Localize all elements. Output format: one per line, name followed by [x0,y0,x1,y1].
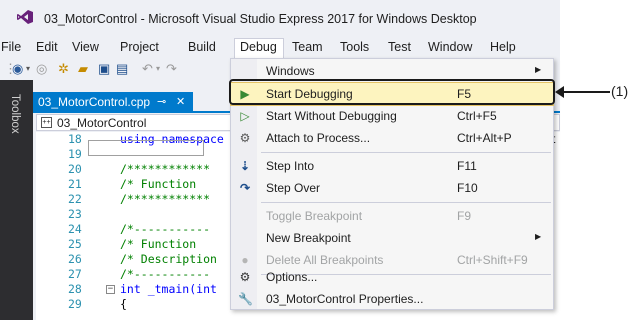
code-text: /* Function [120,237,197,251]
line-number: 20 [68,162,82,176]
current-line-box [88,140,204,156]
menu-item-project-properties[interactable]: 🔧 03_MotorControl Properties... [231,288,553,310]
menu-item-shortcut: Ctrl+F5 [457,109,497,123]
back-dropdown-icon[interactable]: ▾ [26,61,30,77]
wrench-icon: 🔧 [238,292,253,306]
line-number: 29 [68,297,82,311]
navigate-back-icon[interactable]: ◉ [12,61,23,77]
menu-item-shortcut: Ctrl+Shift+F9 [457,253,528,267]
line-number: 19 [68,147,82,161]
menu-test[interactable]: Test [388,40,411,54]
redo-icon[interactable]: ↷ [166,61,177,77]
menu-item-start-without-debugging[interactable]: ▷ Start Without Debugging Ctrl+F5 [231,105,553,127]
menu-item-shortcut: F10 [457,181,478,195]
menu-window[interactable]: Window [428,40,472,54]
gear-icon: ⚙ [239,270,251,284]
line-number: 22 [68,192,82,206]
line-number: 28 [68,282,82,296]
callout-highlight-box [229,79,555,105]
code-text: /* Description [120,252,217,266]
menu-debug-open[interactable]: Debug [234,38,284,59]
delete-breakpoints-icon: ● [241,253,249,267]
step-over-icon: ↷ [239,181,251,195]
undo-icon[interactable]: ↶ [142,61,153,77]
new-project-icon[interactable]: ✲ [58,61,69,77]
visual-studio-logo-icon [17,10,33,24]
menu-item-label: Start Without Debugging [266,109,397,123]
document-tab[interactable]: 03_MotorControl.cpp ⊸ ✕ [33,92,193,112]
save-icon[interactable]: ▣ [98,61,110,77]
menu-item-label: 03_MotorControl Properties... [266,292,424,306]
menu-file[interactable]: File [1,40,21,54]
callout-arrow-line [562,91,610,93]
menu-separator [261,202,551,203]
code-text: /************ [120,162,211,176]
collapse-icon[interactable]: − [106,285,115,294]
menu-item-label: New Breakpoint [266,231,351,245]
menu-item-shortcut: F11 [457,159,477,173]
document-tab-title: 03_MotorControl.cpp [38,95,151,109]
title-bar: 03_MotorControl - Microsoft Visual Studi… [0,0,560,38]
code-text: int _tmain(int [120,282,217,296]
attach-icon: ⚙ [239,131,251,145]
menu-item-toggle-breakpoint: Toggle Breakpoint F9 [231,205,553,227]
menu-item-new-breakpoint[interactable]: New Breakpoint ▶ [231,227,553,249]
submenu-arrow-icon: ▶ [535,232,542,241]
line-number: 18 [68,132,82,146]
callout-label: (1) [611,83,629,99]
menu-item-label: Windows [266,64,315,78]
undo-dropdown-icon[interactable]: ▾ [156,61,160,77]
open-file-icon[interactable]: ▰ [78,61,88,77]
menu-team[interactable]: Team [292,40,323,54]
code-text: /* Function [120,177,197,191]
play-outline-icon: ▷ [240,109,250,123]
close-icon[interactable]: ✕ [176,95,185,108]
line-number: 23 [68,207,82,221]
line-number: 21 [68,177,82,191]
menu-item-label: Options... [266,270,318,284]
code-text: /*----------- [120,267,211,281]
submenu-arrow-icon: ▶ [535,65,542,74]
cpp-project-icon: ++ [41,117,52,128]
menu-item-label: Attach to Process... [266,131,371,145]
code-text: /*----------- [120,222,211,236]
step-into-icon: ⇣ [239,159,251,173]
menu-separator [261,152,551,153]
menu-debug-label: Debug [240,40,277,54]
menu-item-shortcut: F9 [457,209,472,223]
menu-item-label: Delete All Breakpoints [266,253,384,267]
nav-project-name: 03_MotorControl [57,116,147,130]
code-text: /************ [120,192,211,206]
menu-item-step-over[interactable]: ↷ Step Over F10 [231,177,553,199]
menu-project[interactable]: Project [120,40,159,54]
menu-item-attach-to-process[interactable]: ⚙ Attach to Process... Ctrl+Alt+P [231,127,553,149]
line-number: 26 [68,252,82,266]
menu-item-label: Toggle Breakpoint [266,209,363,223]
menu-item-options[interactable]: ⚙ Options... [231,266,553,288]
menu-item-label: Step Into [266,159,315,173]
menu-item-step-into[interactable]: ⇣ Step Into F11 [231,155,553,177]
navigate-forward-icon[interactable]: ◎ [36,61,47,77]
line-number: 25 [68,237,82,251]
code-text: { [120,297,127,311]
menu-tools[interactable]: Tools [340,40,369,54]
pin-icon[interactable]: ⊸ [157,95,166,108]
menu-item-shortcut: Ctrl+Alt+P [457,131,512,145]
menu-view[interactable]: View [72,40,99,54]
window-title: 03_MotorControl - Microsoft Visual Studi… [44,12,477,26]
save-all-icon[interactable]: ▤ [116,61,128,77]
menu-help[interactable]: Help [490,40,516,54]
line-number: 24 [68,222,82,236]
line-number: 27 [68,267,82,281]
menu-edit[interactable]: Edit [36,40,58,54]
menu-item-label: Step Over [266,181,321,195]
menu-build[interactable]: Build [188,40,216,54]
toolbox-tab[interactable]: Toolbox [9,94,21,134]
